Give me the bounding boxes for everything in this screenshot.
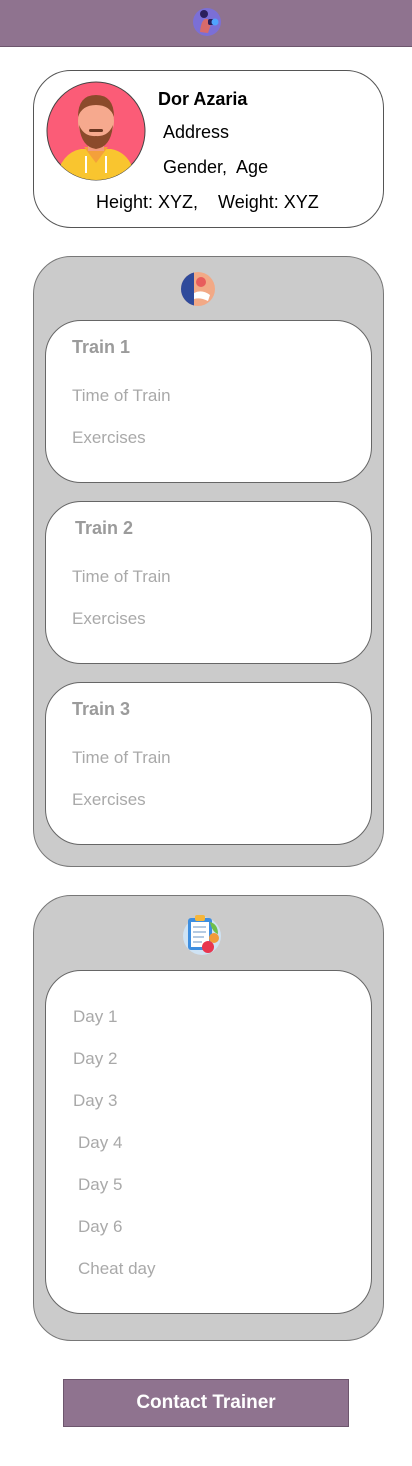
profile-name: Dor Azaria	[158, 89, 248, 109]
fitness-logo-icon[interactable]	[191, 6, 223, 38]
train-title: Train 2	[75, 518, 134, 538]
workout-icon	[181, 272, 215, 306]
diet-day-item[interactable]: Day 2	[73, 1049, 117, 1069]
top-bar	[0, 0, 412, 47]
train-exercises: Exercises	[72, 790, 146, 809]
diet-panel: Day 1 Day 2 Day 3 Day 4 Day 5 Day 6 Chea…	[33, 895, 384, 1341]
diet-day-item[interactable]: Day 4	[78, 1133, 122, 1153]
train-card-1[interactable]: Train 1 Time of Train Exercises	[45, 320, 372, 483]
diet-day-item[interactable]: Day 3	[73, 1091, 117, 1111]
train-title: Train 3	[72, 699, 131, 719]
train-card-3[interactable]: Train 3 Time of Train Exercises	[45, 682, 372, 845]
train-exercises: Exercises	[72, 428, 146, 447]
diet-days-card: Day 1 Day 2 Day 3 Day 4 Day 5 Day 6 Chea…	[45, 970, 372, 1314]
train-time: Time of Train	[72, 386, 171, 405]
diet-day-item[interactable]: Day 6	[78, 1217, 122, 1237]
diet-day-item[interactable]: Day 1	[73, 1007, 117, 1027]
profile-measurements: Height: XYZ, Weight: XYZ	[96, 192, 319, 212]
meal-plan-clipboard-icon	[183, 915, 221, 955]
profile-gender-age: Gender, Age	[163, 157, 269, 177]
trainings-panel: Train 1 Time of Train Exercises Train 2 …	[33, 256, 384, 867]
diet-day-item[interactable]: Cheat day	[78, 1259, 156, 1279]
train-time: Time of Train	[72, 748, 171, 767]
train-time: Time of Train	[72, 567, 171, 586]
train-title: Train 1	[72, 337, 131, 357]
contact-trainer-button[interactable]: Contact Trainer	[63, 1379, 349, 1427]
train-exercises: Exercises	[72, 609, 146, 628]
train-card-2[interactable]: Train 2 Time of Train Exercises	[45, 501, 372, 664]
bearded-man-avatar	[46, 81, 146, 181]
profile-address: Address	[163, 122, 230, 142]
profile-card: Dor Azaria Address Gender, Age Height: X…	[33, 70, 384, 228]
diet-day-item[interactable]: Day 5	[78, 1175, 122, 1195]
